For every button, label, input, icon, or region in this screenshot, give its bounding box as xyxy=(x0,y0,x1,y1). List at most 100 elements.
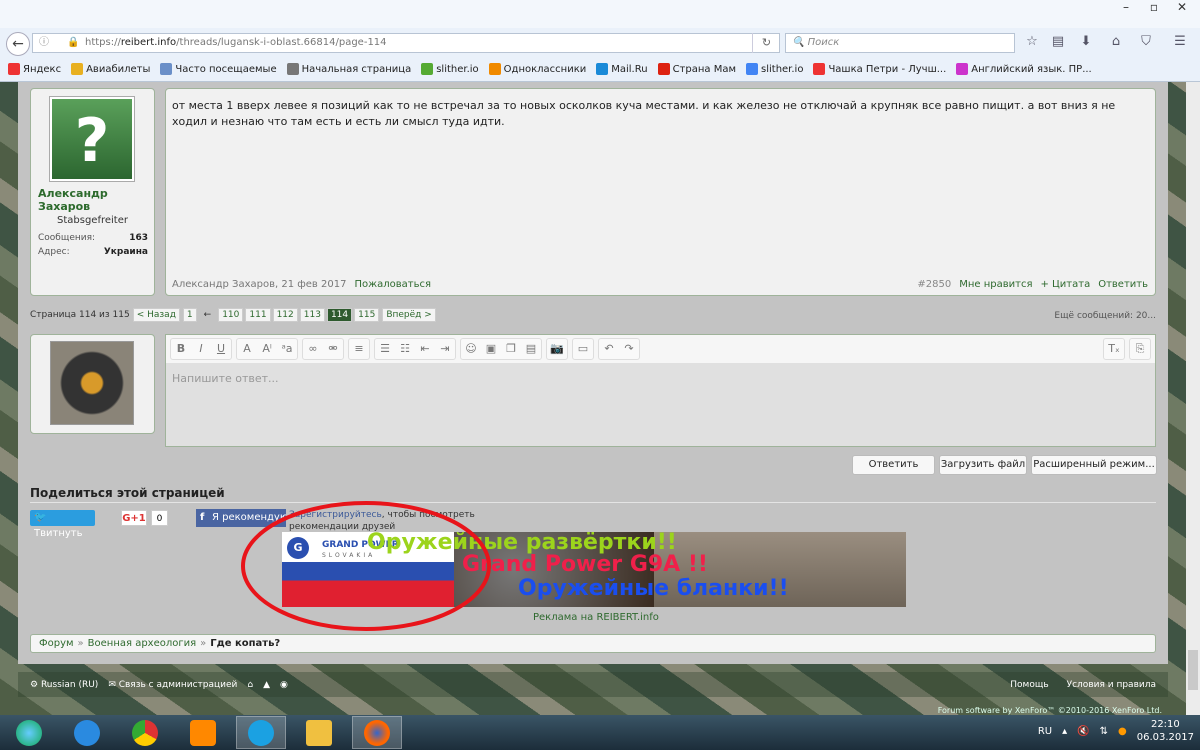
page-link[interactable]: 111 xyxy=(245,308,271,322)
home-icon[interactable]: ⌂ xyxy=(247,680,253,690)
bookmark-item[interactable]: Страна Мам xyxy=(657,63,736,75)
breadcrumb-category[interactable]: Военная археология xyxy=(88,638,196,649)
input-language[interactable]: RU xyxy=(1038,726,1052,737)
page-link[interactable]: 113 xyxy=(299,308,325,322)
rss-icon[interactable]: ◉ xyxy=(280,680,288,690)
save-icon[interactable]: ▭ xyxy=(573,339,593,359)
quote-block-icon[interactable]: ▤ xyxy=(521,339,541,359)
breadcrumb-current[interactable]: Где копать? xyxy=(210,638,280,649)
indent-icon[interactable]: ⇥ xyxy=(435,339,455,359)
page-link[interactable]: 114 xyxy=(326,308,353,322)
undo-icon[interactable]: ↶ xyxy=(599,339,619,359)
menu-icon[interactable]: ☰ xyxy=(1170,34,1190,52)
top-icon[interactable]: ▲ xyxy=(263,680,270,690)
bookmark-item[interactable]: Начальная страница xyxy=(286,63,411,75)
info-icon[interactable]: ⓘ xyxy=(39,34,49,52)
language-chooser[interactable]: ⚙ Russian (RU) xyxy=(30,680,98,690)
smiley-icon[interactable]: ☺ xyxy=(461,339,481,359)
maximize-button[interactable]: ▫ xyxy=(1140,0,1168,18)
report-link[interactable]: Пожаловаться xyxy=(354,279,431,290)
page-link[interactable]: 1 xyxy=(182,308,197,322)
bullet-list-icon[interactable]: ☰ xyxy=(375,339,395,359)
reply-button[interactable]: Ответить xyxy=(852,455,935,475)
unlink-icon[interactable]: ⚮ xyxy=(323,339,343,359)
bookmark-item[interactable]: Английский язык. ПР... xyxy=(956,63,1092,75)
taskbar-ie[interactable] xyxy=(62,716,112,749)
page-jump[interactable]: ← xyxy=(204,310,212,320)
taskbar-firefox[interactable] xyxy=(352,716,402,749)
bookmark-item[interactable]: slither.io xyxy=(746,63,803,75)
media-icon[interactable]: ❐ xyxy=(501,339,521,359)
start-button[interactable] xyxy=(4,716,54,749)
close-button[interactable]: ✕ xyxy=(1168,0,1196,18)
bookmark-item[interactable]: slither.io xyxy=(421,63,479,75)
app-tray-icon[interactable]: ● xyxy=(1118,726,1127,737)
breadcrumb-forum[interactable]: Форум xyxy=(39,638,74,649)
number-list-icon[interactable]: ☷ xyxy=(395,339,415,359)
post-number[interactable]: #2850 xyxy=(917,279,951,290)
image-icon[interactable]: ▣ xyxy=(481,339,501,359)
pocket-icon[interactable]: ⛉ xyxy=(1136,34,1156,52)
downloads-icon[interactable]: ⬇ xyxy=(1076,34,1096,52)
home-icon[interactable]: ⌂ xyxy=(1106,34,1126,52)
italic-icon[interactable]: I xyxy=(191,339,211,359)
bookmark-item[interactable]: Mail.Ru xyxy=(596,63,648,75)
next-page-button[interactable]: Вперёд > xyxy=(382,308,436,322)
taskbar-skype[interactable] xyxy=(236,716,286,749)
copyright[interactable]: Forum software by XenForo™ ©2010-2016 Xe… xyxy=(938,706,1162,715)
minimize-button[interactable]: – xyxy=(1112,0,1140,18)
help-link[interactable]: Помощь xyxy=(1010,680,1048,690)
camera-icon[interactable]: 📷 xyxy=(547,339,567,359)
reply-link[interactable]: Ответить xyxy=(1098,279,1148,290)
prev-page-button[interactable]: < Назад xyxy=(132,308,180,322)
tray-expand-icon[interactable]: ▴ xyxy=(1062,726,1067,737)
author-name[interactable]: Александр Захаров xyxy=(38,187,148,213)
like-link[interactable]: Мне нравится xyxy=(959,279,1032,290)
ad-label[interactable]: Реклама на REIBERT.info xyxy=(533,612,659,623)
search-input[interactable]: 🔍 Поиск xyxy=(785,33,1015,53)
page-link[interactable]: 110 xyxy=(218,308,244,322)
page-link[interactable]: 115 xyxy=(354,308,380,322)
align-icon[interactable]: ≡ xyxy=(349,339,369,359)
taskbar-chrome[interactable] xyxy=(120,716,170,749)
gplus-button[interactable]: G+1 xyxy=(121,510,147,526)
current-user-avatar[interactable] xyxy=(50,341,134,425)
bookmark-star-icon[interactable]: ☆ xyxy=(1022,34,1042,52)
underline-icon[interactable]: U xyxy=(211,339,231,359)
avatar[interactable]: ? xyxy=(49,96,135,182)
font-family-icon[interactable]: ᵃa xyxy=(277,339,297,359)
advanced-mode-button[interactable]: Расширенный режим... xyxy=(1031,455,1157,475)
quote-link[interactable]: + Цитата xyxy=(1040,279,1090,290)
scrollbar-thumb[interactable] xyxy=(1188,650,1198,690)
bookmark-item[interactable]: Авиабилеты xyxy=(71,63,150,75)
volume-muted-icon[interactable]: 🔇 xyxy=(1077,726,1089,737)
clock[interactable]: 22:10 06.03.2017 xyxy=(1137,718,1194,744)
remove-format-icon[interactable]: Tₓ xyxy=(1104,339,1124,359)
taskbar-explorer[interactable] xyxy=(294,716,344,749)
taskbar-media[interactable] xyxy=(178,716,228,749)
bookmark-item[interactable]: Яндекс xyxy=(8,63,61,75)
redo-icon[interactable]: ↷ xyxy=(619,339,639,359)
scrollbar[interactable] xyxy=(1186,82,1200,715)
upload-file-button[interactable]: Загрузить файл xyxy=(939,455,1027,475)
toggle-bbcode-icon[interactable]: ⎘ xyxy=(1130,339,1150,359)
font-size-icon[interactable]: Aˡ xyxy=(257,339,277,359)
reading-list-icon[interactable]: ▤ xyxy=(1048,34,1068,52)
bold-icon[interactable]: B xyxy=(171,339,191,359)
more-messages[interactable]: Ещё сообщений: 20... xyxy=(1054,311,1156,321)
tweet-button[interactable]: 🐦 Твитнуть xyxy=(30,510,95,539)
outdent-icon[interactable]: ⇤ xyxy=(415,339,435,359)
bookmark-item[interactable]: Часто посещаемые xyxy=(160,63,277,75)
back-button[interactable]: ← xyxy=(6,32,30,56)
address-bar[interactable]: ⓘ 🔒 https://reibert.info/threads/lugansk… xyxy=(32,33,780,53)
bookmark-item[interactable]: Одноклассники xyxy=(488,63,586,75)
page-link[interactable]: 112 xyxy=(272,308,298,322)
font-color-icon[interactable]: A xyxy=(237,339,257,359)
contact-link[interactable]: ✉ Связь с администрацией xyxy=(108,680,237,690)
network-icon[interactable]: ⇅ xyxy=(1100,726,1108,737)
post-date[interactable]: Александр Захаров, 21 фев 2017 xyxy=(172,279,346,290)
bookmark-item[interactable]: Чашка Петри - Лучш... xyxy=(813,63,946,75)
link-icon[interactable]: ∞ xyxy=(303,339,323,359)
reload-button[interactable]: ↻ xyxy=(752,33,780,53)
terms-link[interactable]: Условия и правила xyxy=(1067,680,1156,690)
